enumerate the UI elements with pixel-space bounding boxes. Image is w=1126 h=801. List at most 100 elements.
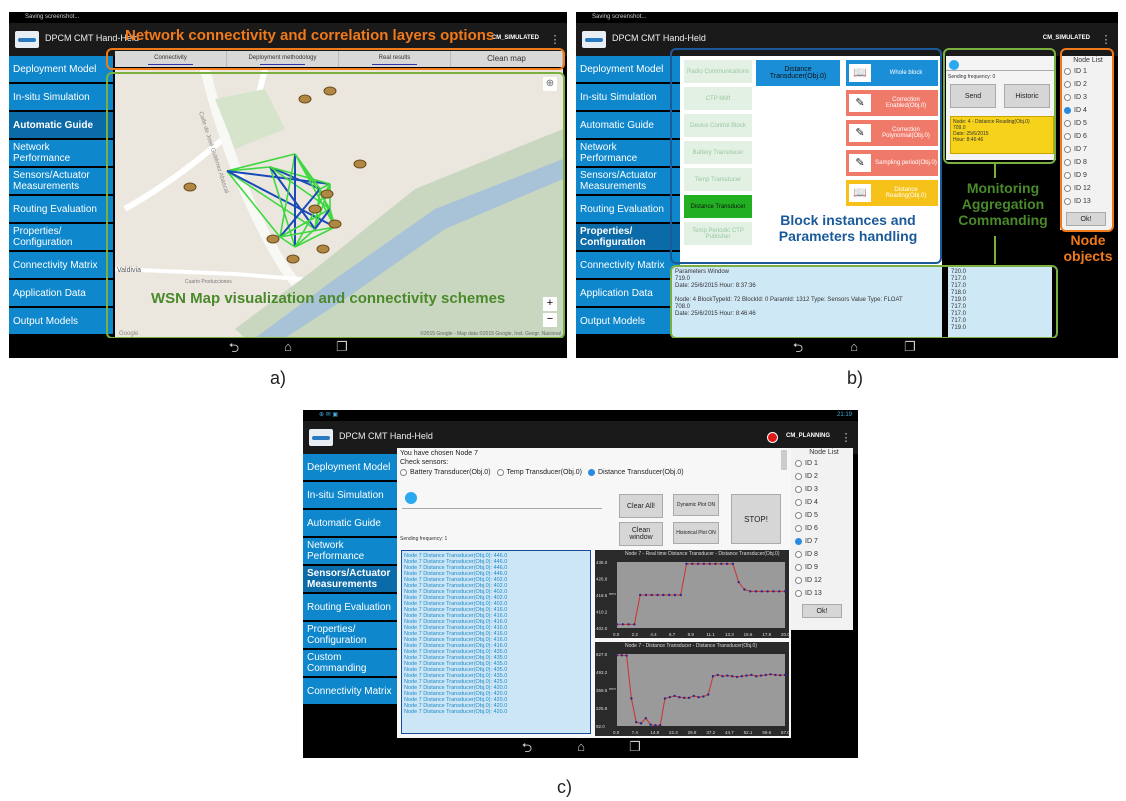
- recent-apps-icon[interactable]: ❐: [625, 739, 645, 755]
- x-tick-label: 14.8: [650, 730, 659, 735]
- sidebar-item[interactable]: Network Performance: [303, 538, 397, 564]
- sidebar-item[interactable]: Automatic Guide: [9, 112, 113, 138]
- sidebar-item[interactable]: Connectivity Matrix: [9, 252, 113, 278]
- data-point: [668, 696, 671, 699]
- caption-a: a): [270, 368, 287, 388]
- sidebar-item[interactable]: Automatic Guide: [303, 510, 397, 536]
- clean-window-button[interactable]: Clean window: [619, 522, 663, 546]
- sensor-radio[interactable]: Battery Transducer(Obj.0): [400, 469, 491, 476]
- sidebar-item[interactable]: Output Models: [576, 308, 680, 334]
- node-radio[interactable]: ID 1: [791, 457, 853, 470]
- sidebar-item[interactable]: Connectivity Matrix: [303, 678, 397, 704]
- x-tick-label: 44.7: [725, 730, 734, 735]
- sidebar-item[interactable]: Connectivity Matrix: [576, 252, 680, 278]
- data-point: [649, 723, 652, 726]
- frequency-slider-track[interactable]: [402, 508, 602, 509]
- sidebar-item[interactable]: Routing Evaluation: [576, 196, 680, 222]
- node-radio[interactable]: ID 3: [791, 483, 853, 496]
- node-radio[interactable]: ID 13: [791, 587, 853, 600]
- node-radio[interactable]: ID 2: [791, 470, 853, 483]
- sidebar-item[interactable]: Sensors/Actuator Measurements: [9, 168, 113, 194]
- sidebar: Deployment Model In-situ Simulation Automa…: [303, 454, 397, 706]
- sidebar-item[interactable]: Properties/ Configuration: [303, 622, 397, 648]
- y-tick-label: 627.0: [596, 652, 608, 657]
- sidebar-item[interactable]: Properties/ Configuration: [9, 224, 113, 250]
- check-sensors-label: Check sensors:: [400, 459, 449, 466]
- sidebar-item[interactable]: Network Performance: [576, 140, 680, 166]
- sidebar-item[interactable]: In-situ Simulation: [576, 84, 680, 110]
- sidebar-item[interactable]: Application Data: [9, 280, 113, 306]
- radio-icon: [496, 469, 504, 476]
- ok-button[interactable]: Ok!: [802, 604, 842, 618]
- overflow-menu-icon[interactable]: ⋮: [549, 32, 561, 48]
- mode-label: CM_SIMULATED: [491, 35, 539, 41]
- node-radio[interactable]: ID 5: [791, 509, 853, 522]
- back-icon[interactable]: ⮌: [788, 339, 808, 358]
- sidebar-item[interactable]: Output Models: [9, 308, 113, 334]
- x-tick-label: 37.2: [706, 730, 715, 735]
- data-point: [691, 562, 694, 566]
- home-icon[interactable]: ⌂: [844, 339, 864, 354]
- data-point: [740, 675, 743, 678]
- radio-icon: [795, 511, 802, 519]
- data-point: [615, 623, 619, 626]
- recent-apps-icon[interactable]: ❐: [332, 339, 352, 355]
- back-icon[interactable]: ⮌: [224, 339, 244, 358]
- node-radio[interactable]: ID 8: [791, 548, 853, 561]
- sidebar-item[interactable]: In-situ Simulation: [303, 482, 397, 508]
- annotation-title: Network connectivity and correlation lay…: [125, 27, 495, 44]
- sidebar-item[interactable]: In-situ Simulation: [9, 84, 113, 110]
- sidebar-item[interactable]: Routing Evaluation: [9, 196, 113, 222]
- home-icon[interactable]: ⌂: [278, 339, 298, 354]
- tabs-highlight: [106, 48, 565, 70]
- data-point: [755, 675, 758, 678]
- node-radio[interactable]: ID 7: [791, 535, 853, 548]
- data-point: [774, 673, 777, 677]
- dynamic-plot-toggle[interactable]: Dynamic Plot ON: [673, 494, 719, 516]
- sidebar-item[interactable]: Sensors/Actuator Measurements: [303, 566, 397, 592]
- x-tick-label: 29.8: [688, 730, 697, 735]
- sidebar-item[interactable]: Deployment Model: [576, 56, 680, 82]
- sensor-radio[interactable]: Distance Transducer(Obj.0): [588, 469, 684, 476]
- data-point: [630, 697, 633, 700]
- data-point: [759, 674, 763, 677]
- sidebar-item[interactable]: Deployment Model: [303, 454, 397, 480]
- sidebar-item[interactable]: Sensors/Actuator Measurements: [576, 168, 680, 194]
- sensor-radio[interactable]: Temp Transducer(Obj.0): [496, 469, 582, 476]
- overflow-menu-icon[interactable]: ⋮: [1100, 32, 1112, 48]
- node-radio[interactable]: ID 4: [791, 496, 853, 509]
- data-point: [783, 590, 787, 593]
- node-radio[interactable]: ID 9: [791, 561, 853, 574]
- sidebar-item[interactable]: Application Data: [576, 280, 680, 306]
- back-icon[interactable]: ⮌: [517, 739, 537, 758]
- radio-icon: [795, 472, 802, 480]
- sidebar-item[interactable]: Properties/ Configuration: [576, 224, 680, 250]
- home-icon[interactable]: ⌂: [571, 739, 591, 754]
- data-point: [750, 673, 753, 677]
- overflow-menu-icon[interactable]: ⋮: [840, 430, 852, 446]
- node-label: ID 3: [805, 486, 818, 493]
- sidebar-item[interactable]: Routing Evaluation: [303, 594, 397, 620]
- status-bar: Saving screenshot...: [9, 12, 567, 23]
- y-axis-label: mm: [609, 686, 616, 691]
- data-point: [721, 675, 724, 678]
- sidebar-item[interactable]: Automatic Guide: [576, 112, 680, 138]
- node-radio[interactable]: ID 12: [791, 574, 853, 587]
- recent-apps-icon[interactable]: ❐: [900, 339, 920, 355]
- y-tick-label: 410.2: [596, 610, 608, 615]
- historical-plot-toggle[interactable]: Historical Plot ON: [673, 522, 719, 544]
- sidebar-item[interactable]: Custom Commanding: [303, 650, 397, 676]
- realtime-plot: Node 7 - Real time Distance Transducer -…: [595, 550, 790, 638]
- radio-icon: [795, 485, 802, 493]
- node-radio[interactable]: ID 6: [791, 522, 853, 535]
- node-label: ID 13: [805, 590, 822, 597]
- scrollbar[interactable]: [781, 450, 787, 470]
- stop-button[interactable]: STOP!: [731, 494, 781, 544]
- data-point: [667, 593, 671, 597]
- frequency-slider-thumb[interactable]: [405, 492, 417, 504]
- clear-all-button[interactable]: Clear All!: [619, 494, 663, 518]
- sidebar-item[interactable]: Deployment Model: [9, 56, 113, 82]
- sidebar-item[interactable]: Network Performance: [9, 140, 113, 166]
- node-label: ID 6: [805, 525, 818, 532]
- y-tick-label: 359.5: [596, 688, 608, 693]
